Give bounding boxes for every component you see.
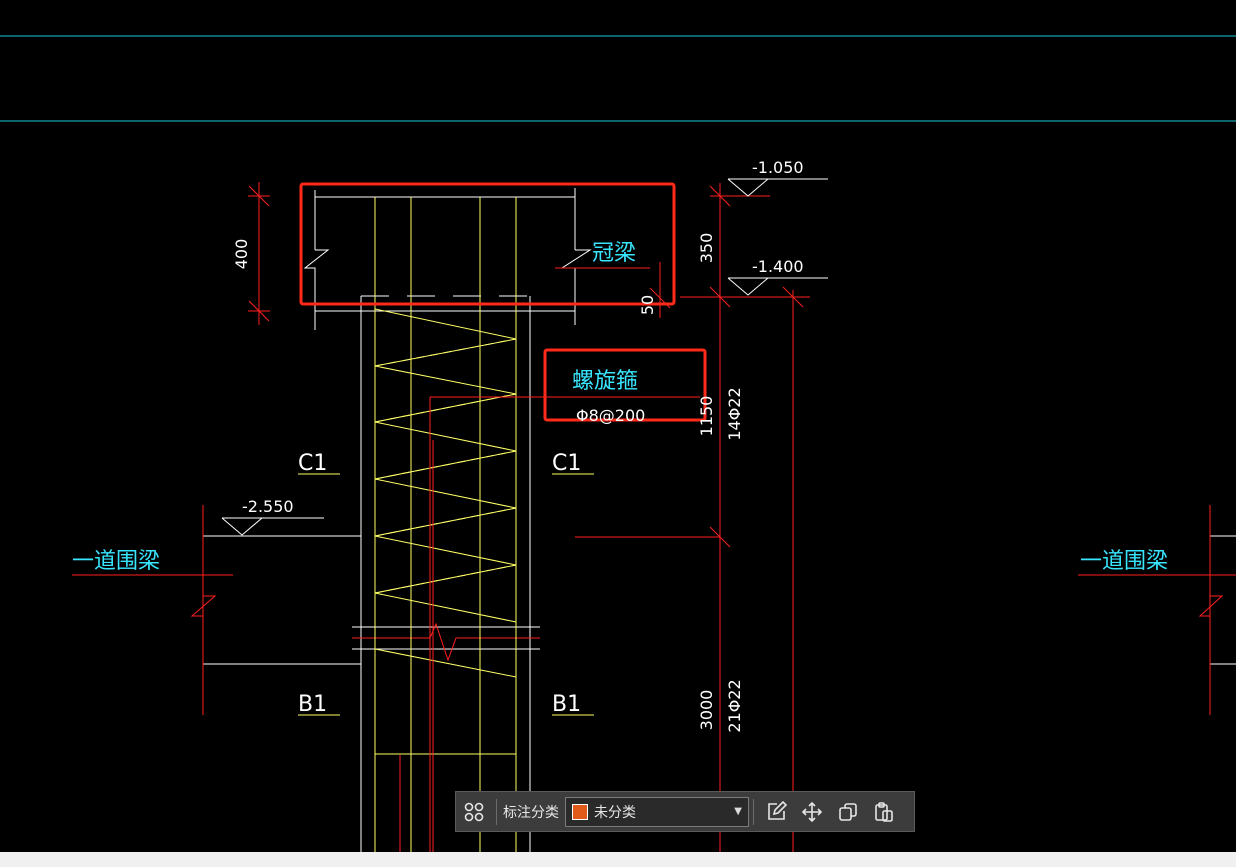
- spiral-spec: Φ8@200: [576, 406, 645, 425]
- section-label-b1-left: B1: [298, 692, 327, 717]
- longitudinal-rebars: [374, 197, 517, 852]
- dimension-gap: 50: [638, 295, 657, 315]
- category-dropdown[interactable]: 未分类 ▼: [565, 796, 749, 827]
- note-waist-beam-right: 一道围梁: [1080, 549, 1168, 574]
- move-icon: [801, 801, 823, 822]
- crown-beam-outline: [303, 188, 592, 330]
- category-selected: 未分类: [594, 804, 636, 821]
- elevation-top: -1.050: [752, 158, 804, 177]
- status-bar: [0, 852, 1236, 867]
- annotation-toolbar: 标注分类 未分类 ▼: [455, 791, 915, 832]
- paste-icon: [875, 801, 893, 822]
- toolbar-separator: [753, 798, 754, 825]
- move-button[interactable]: [794, 796, 830, 828]
- edit-icon: [768, 800, 787, 820]
- dimension-lines: [72, 182, 1236, 852]
- reference-lines: [0, 35, 1236, 122]
- grid-layout-button[interactable]: [456, 796, 492, 828]
- category-color-swatch: [572, 803, 588, 820]
- section-label-b1-right: B1: [552, 692, 581, 717]
- elevation-beam-bottom: -1.400: [752, 257, 804, 276]
- note-spiral-stirrup: 螺旋箍: [572, 369, 638, 394]
- copy-button[interactable]: [830, 796, 866, 828]
- rebar-lower: 21Φ22: [725, 679, 744, 732]
- chevron-down-icon: ▼: [734, 806, 742, 817]
- dimension-beam-height: 400: [232, 239, 251, 270]
- dimension-lower-length: 3000: [697, 690, 716, 731]
- grid-layout-icon: [464, 802, 484, 821]
- copy-icon: [839, 802, 857, 821]
- section-label-c1-left: C1: [298, 451, 327, 476]
- spiral-stirrup: [374, 308, 517, 678]
- rebar-upper: 14Φ22: [725, 387, 744, 440]
- dimension-upper-length: 1150: [697, 396, 716, 437]
- cad-drawing-canvas[interactable]: -1.050 -1.400 -2.550 400 350 50 1150 300…: [0, 0, 1236, 852]
- section-label-c1-right: C1: [552, 451, 581, 476]
- elevation-markers: [221, 178, 828, 536]
- toolbar-separator: [496, 798, 497, 825]
- note-waist-beam-left: 一道围梁: [72, 549, 160, 574]
- category-label: 标注分类: [503, 804, 559, 821]
- note-crown-beam: 冠梁: [592, 241, 636, 266]
- elevation-waist-beam: -2.550: [242, 497, 294, 516]
- edit-button[interactable]: [758, 796, 794, 828]
- dimension-top-offset: 350: [697, 233, 716, 264]
- paste-button[interactable]: [866, 796, 902, 828]
